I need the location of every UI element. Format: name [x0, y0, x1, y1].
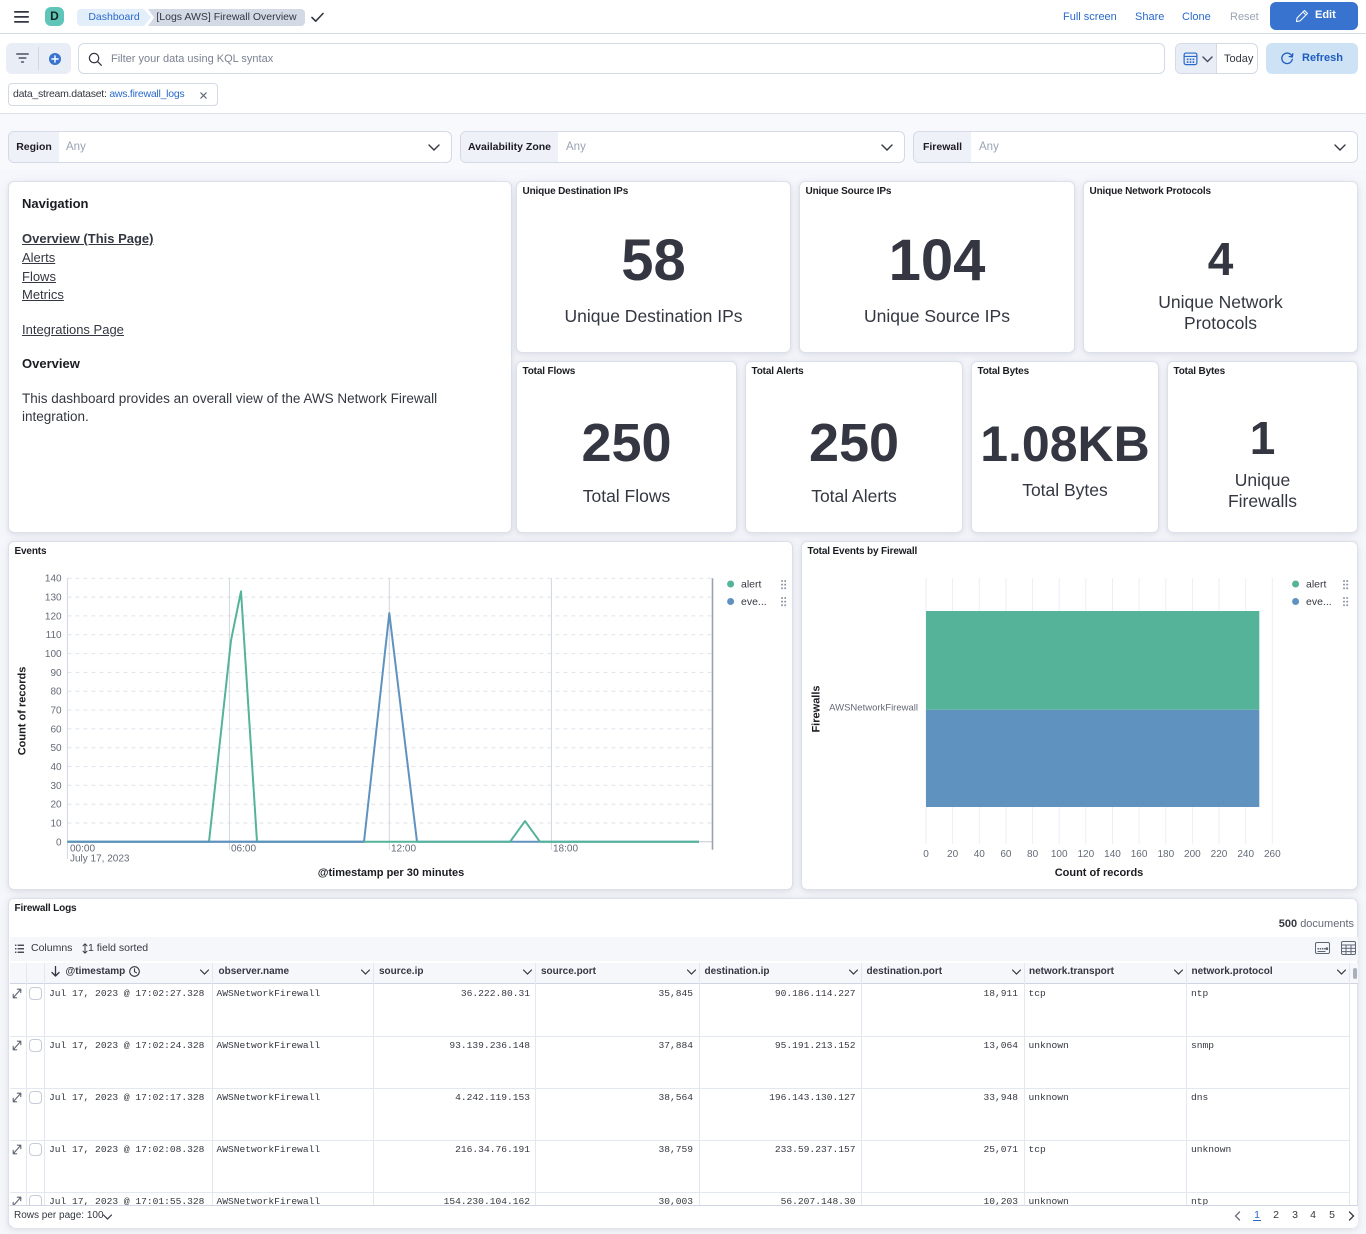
svg-text:40: 40: [50, 762, 62, 773]
svg-text:alert: alert: [741, 579, 762, 591]
svg-text:Firewalls: Firewalls: [811, 685, 823, 732]
svg-text:100: 100: [1051, 849, 1068, 860]
svg-text:140: 140: [1104, 849, 1121, 860]
svg-text:alert: alert: [1306, 579, 1327, 591]
svg-text:20: 20: [947, 849, 959, 860]
svg-text:@timestamp per 30 minutes: @timestamp per 30 minutes: [318, 867, 464, 879]
svg-text:130: 130: [45, 593, 62, 604]
svg-text:90: 90: [50, 668, 62, 679]
svg-text:40: 40: [974, 849, 986, 860]
svg-text:AWSNetworkFirewall: AWSNetworkFirewall: [829, 703, 918, 714]
svg-text:140: 140: [45, 574, 62, 585]
svg-text:70: 70: [50, 706, 62, 717]
svg-text:260: 260: [1264, 849, 1281, 860]
svg-text:120: 120: [1077, 849, 1094, 860]
svg-text:10: 10: [50, 819, 62, 830]
svg-text:20: 20: [50, 800, 62, 811]
svg-text:110: 110: [46, 630, 62, 641]
svg-text:200: 200: [1184, 849, 1201, 860]
svg-text:July 17, 2023: July 17, 2023: [70, 854, 130, 865]
svg-text:eve...: eve...: [1306, 596, 1332, 608]
svg-text:Count of records: Count of records: [1055, 867, 1144, 879]
svg-text:180: 180: [1157, 849, 1174, 860]
svg-text:30: 30: [50, 781, 62, 792]
svg-text:100: 100: [45, 649, 62, 660]
svg-text:50: 50: [50, 743, 62, 754]
svg-text:220: 220: [1211, 849, 1228, 860]
svg-text:80: 80: [1027, 849, 1039, 860]
svg-text:06:00: 06:00: [231, 844, 256, 855]
svg-text:0: 0: [56, 837, 62, 848]
svg-text:eve...: eve...: [741, 596, 767, 608]
svg-text:18:00: 18:00: [553, 844, 578, 855]
svg-text:160: 160: [1131, 849, 1148, 860]
svg-text:Count of records: Count of records: [17, 667, 29, 756]
svg-text:60: 60: [1000, 849, 1012, 860]
svg-text:120: 120: [45, 611, 62, 622]
svg-text:0: 0: [923, 849, 929, 860]
svg-text:60: 60: [50, 724, 62, 735]
svg-text:12:00: 12:00: [391, 844, 416, 855]
svg-text:80: 80: [50, 687, 62, 698]
svg-text:240: 240: [1237, 849, 1254, 860]
